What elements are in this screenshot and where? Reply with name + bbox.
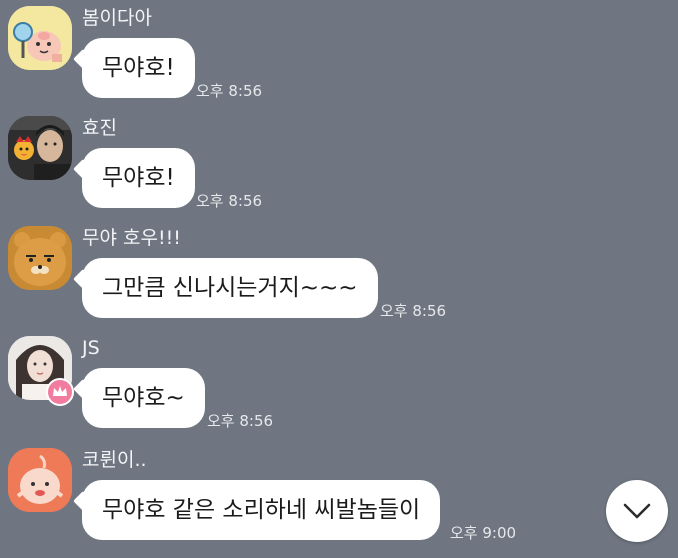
photo-with-character-icon bbox=[8, 116, 72, 180]
sender-name: 봄이다아 bbox=[82, 7, 152, 29]
chat-area[interactable]: 봄이다아 무야호! 오후 8:56 효진 무야호! 오후 8:56 무야 호우!… bbox=[0, 0, 678, 554]
avatar[interactable] bbox=[8, 448, 72, 512]
sender-name: 효진 bbox=[82, 117, 117, 139]
message-time: 오후 8:56 bbox=[196, 192, 263, 210]
message-bubble[interactable]: 무야호! bbox=[82, 38, 195, 98]
avatar[interactable] bbox=[8, 6, 72, 70]
sender-name: JS bbox=[82, 337, 100, 359]
message-row: 효진 무야호! 오후 8:56 bbox=[0, 116, 678, 226]
message-time: 오후 9:00 bbox=[450, 524, 517, 542]
message-row: 봄이다아 무야호! 오후 8:56 bbox=[0, 6, 678, 116]
message-time: 오후 8:56 bbox=[196, 82, 263, 100]
message-bubble[interactable]: 무야호! bbox=[82, 148, 195, 208]
avatar[interactable] bbox=[8, 116, 72, 180]
sender-name: 무야 호우!!! bbox=[82, 227, 181, 249]
message-time: 오후 8:56 bbox=[207, 412, 274, 430]
crown-badge-icon bbox=[46, 378, 74, 406]
message-time: 오후 8:56 bbox=[380, 302, 447, 320]
message-bubble[interactable]: 그만큼 신나시는거지~~~ bbox=[82, 258, 378, 318]
apeach-fan-icon bbox=[8, 6, 72, 70]
message-row: JS 무야호~ 오후 8:56 bbox=[0, 336, 678, 446]
message-bubble[interactable]: 무야호~ bbox=[82, 368, 205, 428]
message-row: 무야 호우!!! 그만큼 신나시는거지~~~ 오후 8:56 bbox=[0, 226, 678, 336]
sender-name: 코륀이.. bbox=[82, 449, 147, 471]
chevron-down-icon bbox=[623, 503, 651, 519]
scroll-to-bottom-button[interactable] bbox=[606, 480, 668, 542]
message-row: 코륀이.. 무야호 같은 소리하네 씨발놈들이 오후 9:00 bbox=[0, 448, 678, 558]
message-bubble[interactable]: 무야호 같은 소리하네 씨발놈들이 bbox=[82, 480, 441, 540]
avatar[interactable] bbox=[8, 226, 72, 290]
ryan-character-icon bbox=[8, 226, 72, 290]
apeach-character-icon bbox=[8, 448, 72, 512]
